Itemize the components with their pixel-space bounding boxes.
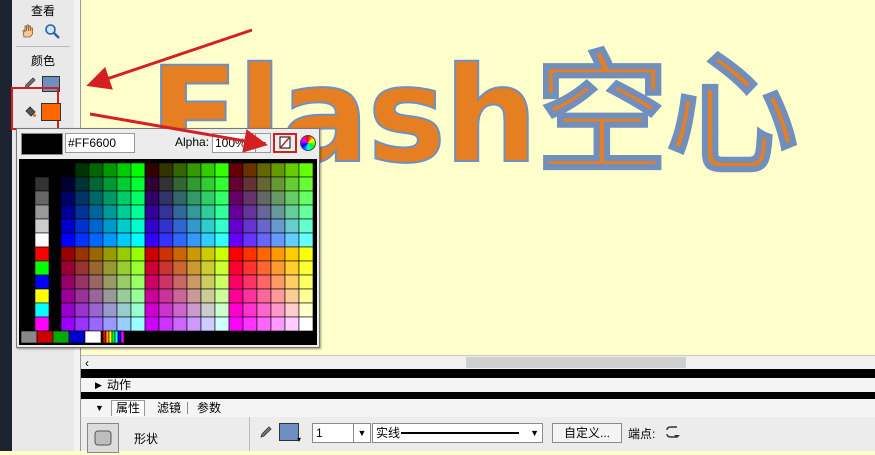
stroke-style-preview <box>401 432 519 434</box>
actions-panel-header[interactable]: ▶ 动作 <box>81 378 875 392</box>
shape-icon <box>87 423 119 453</box>
tab-params[interactable]: 参数 <box>197 401 221 415</box>
dropdown-arrow-icon: ▼ <box>530 428 539 438</box>
stroke-color-button[interactable] <box>279 423 299 441</box>
scroll-left-arrow-icon[interactable]: ‹ <box>85 356 89 370</box>
stroke-height-dropdown[interactable]: ▼ <box>353 423 371 443</box>
tab-divider <box>187 402 188 414</box>
stroke-style-select[interactable]: 实线 ▼ <box>372 423 543 443</box>
stroke-pencil-icon <box>259 425 273 442</box>
dropdown-arrow-icon: ▾ <box>297 435 302 444</box>
expand-arrow-icon[interactable]: ▶ <box>95 378 102 392</box>
tab-filters[interactable]: 滤镜 <box>157 401 181 415</box>
shape-label: 形状 <box>134 432 159 446</box>
actions-label: 动作 <box>107 378 132 392</box>
properties-panel-body: 形状 ▾ 1 ▼ 实线 ▼ 自定义... 端点: <box>81 417 875 453</box>
horizontal-scrollbar[interactable]: ‹ <box>81 355 875 370</box>
tab-properties[interactable]: 属性 <box>111 400 146 416</box>
stroke-style-label: 实线 <box>376 426 401 440</box>
custom-stroke-button[interactable]: 自定义... <box>552 423 622 443</box>
collapse-arrow-icon[interactable]: ▼ <box>95 401 104 415</box>
scroll-thumb[interactable] <box>466 357 686 368</box>
cap-label: 端点: <box>628 427 656 441</box>
cap-style-icon[interactable] <box>664 425 682 442</box>
divider <box>249 417 250 451</box>
stroke-height-input[interactable]: 1 <box>312 423 355 443</box>
properties-panel-header: ▼ 属性 滤镜 参数 <box>81 399 875 417</box>
